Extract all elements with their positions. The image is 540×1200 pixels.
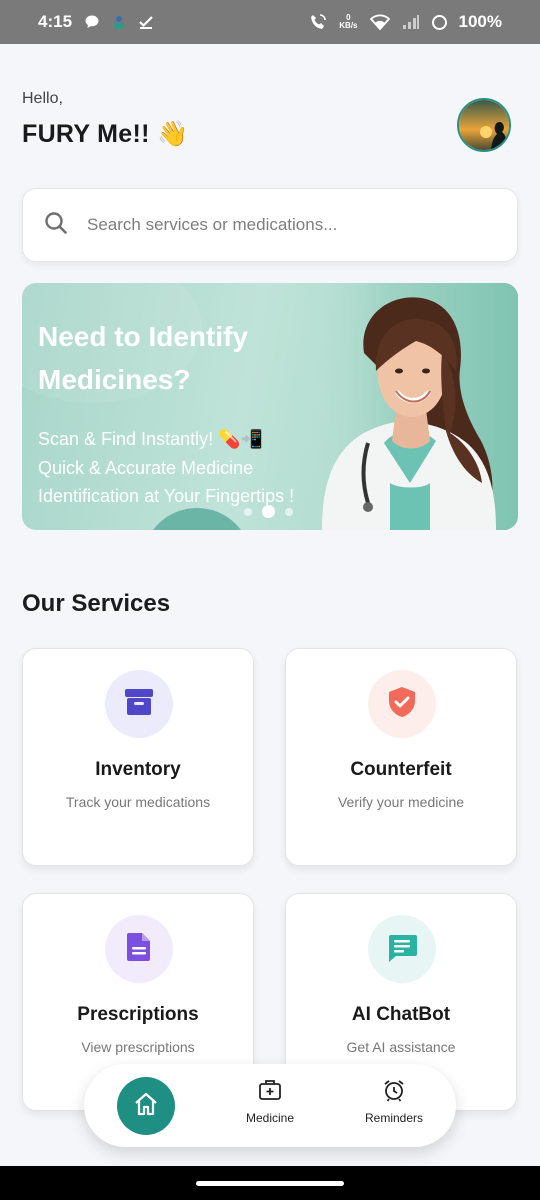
document-icon — [122, 930, 156, 969]
battery-icon — [431, 14, 447, 30]
chatbot-icon-wrap — [368, 915, 436, 983]
prescriptions-icon-wrap — [105, 915, 173, 983]
wifi-call-icon — [309, 13, 327, 31]
promo-banner[interactable]: Need to Identify Medicines? Scan & Find … — [22, 283, 518, 530]
status-time: 4:15 — [38, 12, 73, 31]
net-speed: 0 KB/s — [339, 14, 357, 30]
status-left: 4:15 — [38, 12, 154, 32]
person-notification-icon — [112, 14, 126, 30]
status-bar: 4:15 0 KB/s 100% — [0, 0, 540, 44]
banner-subtitle: Scan & Find Instantly! 💊📲 Quick & Accura… — [38, 425, 348, 511]
alarm-clock-icon — [382, 1080, 406, 1106]
user-name: FURY Me!! 👋 — [22, 120, 189, 148]
service-title: Prescriptions — [77, 1004, 199, 1025]
service-title: Counterfeit — [350, 759, 452, 780]
service-subtitle: Verify your medicine — [337, 794, 465, 810]
banner-subtitle-line2: Quick & Accurate Medicine Identification… — [38, 457, 295, 507]
service-subtitle: Track your medications — [65, 794, 211, 810]
banner-title: Need to Identify Medicines? — [38, 321, 249, 395]
home-indicator[interactable] — [196, 1181, 344, 1186]
battery-level: 100% — [458, 12, 502, 31]
medical-kit-icon — [258, 1080, 282, 1106]
nav-medicine-label: Medicine — [245, 1111, 295, 1125]
archive-box-icon — [122, 685, 156, 724]
nav-home-button[interactable] — [117, 1077, 175, 1135]
nav-reminders[interactable]: Reminders — [360, 1078, 428, 1125]
chat-notification-icon — [84, 14, 100, 30]
nav-medicine[interactable]: Medicine — [242, 1078, 298, 1125]
service-subtitle: Get AI assistance — [346, 1039, 456, 1055]
inventory-icon-wrap — [105, 670, 173, 738]
service-title: AI ChatBot — [351, 1004, 451, 1025]
service-subtitle: View prescriptions — [81, 1039, 195, 1055]
banner-decoration — [142, 508, 252, 530]
search-icon — [43, 210, 69, 241]
check-notification-icon — [138, 14, 154, 30]
greeting-hello: Hello, — [22, 90, 63, 107]
bottom-nav: Medicine Reminders — [84, 1064, 456, 1147]
services-title: Our Services — [22, 590, 171, 617]
home-icon — [132, 1090, 160, 1123]
signal-icon — [402, 14, 420, 30]
carousel-indicator[interactable] — [244, 505, 293, 518]
banner-subtitle-line1: Scan & Find Instantly! 💊📲 — [38, 429, 263, 449]
search-bar[interactable] — [22, 188, 518, 262]
nav-reminders-label: Reminders — [364, 1111, 424, 1125]
wifi-icon — [369, 14, 390, 30]
status-right: 0 KB/s 100% — [309, 12, 502, 32]
chat-icon — [385, 930, 419, 969]
service-card-counterfeit[interactable]: Counterfeit Verify your medicine — [285, 648, 517, 866]
shield-check-icon — [385, 685, 419, 724]
avatar[interactable] — [457, 98, 511, 152]
service-card-inventory[interactable]: Inventory Track your medications — [22, 648, 254, 866]
net-speed-unit: KB/s — [339, 21, 358, 30]
carousel-dot[interactable] — [244, 507, 252, 516]
search-input[interactable] — [87, 215, 487, 235]
carousel-dot[interactable] — [285, 507, 293, 516]
counterfeit-icon-wrap — [368, 670, 436, 738]
carousel-dot-active[interactable] — [262, 505, 275, 518]
service-title: Inventory — [95, 759, 181, 780]
system-nav-bar — [0, 1166, 540, 1200]
